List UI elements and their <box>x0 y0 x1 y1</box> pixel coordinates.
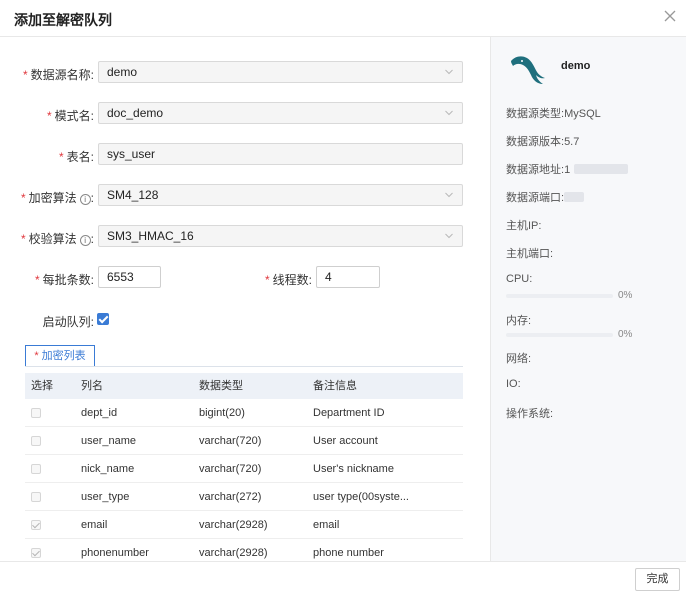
data-type-cell: varchar(2928) <box>199 519 268 531</box>
verify-algo-value: SM3_HMAC_16 <box>107 229 194 243</box>
form-panel: * 数据源名称: demo * 模式名: doc_demo * 表名: sys_use… <box>0 37 490 561</box>
tab-divider <box>25 366 463 367</box>
data-type-cell: varchar(720) <box>199 435 262 447</box>
datasource-address: 数据源地址:1 <box>506 161 629 177</box>
comment-cell: email <box>313 519 340 531</box>
cpu-percent: 0% <box>618 290 633 301</box>
header-select: 选择 <box>31 380 53 392</box>
chevron-down-icon <box>445 110 453 116</box>
info-icon[interactable]: i <box>79 194 91 205</box>
row-checkbox[interactable] <box>31 492 41 502</box>
start-queue-label: 启动队列: <box>42 315 94 329</box>
tab-encrypt-list[interactable]: * 加密列表 <box>25 345 95 367</box>
data-type-cell: varchar(2928) <box>199 547 268 559</box>
close-icon[interactable] <box>662 8 678 24</box>
header-data-type: 数据类型 <box>199 380 243 392</box>
verify-algo-select[interactable]: SM3_HMAC_16 <box>98 225 463 247</box>
table-row[interactable]: user_name varchar(720) User account <box>25 427 463 455</box>
batch-size-input[interactable]: 6553 <box>98 266 161 288</box>
column-name-cell: user_name <box>81 435 137 447</box>
data-type-cell: varchar(272) <box>199 491 262 503</box>
datasource-type: 数据源类型:MySQL <box>506 108 601 120</box>
header-comment: 备注信息 <box>313 380 357 392</box>
info-icon[interactable]: i <box>79 235 91 246</box>
comment-cell: User's nickname <box>313 463 394 475</box>
add-to-decrypt-queue-dialog: 添加至解密队列 * 数据源名称: demo * 模式名: doc_demo * 表名:… <box>0 0 686 596</box>
start-queue-checkbox[interactable] <box>97 313 109 325</box>
table-header: 选择 列名 数据类型 备注信息 <box>25 373 463 399</box>
encrypt-algo-label: * 加密算法 i: <box>20 191 94 205</box>
cpu-progress-bar <box>506 294 613 298</box>
cpu-label: CPU: <box>506 273 533 285</box>
memory-percent: 0% <box>618 329 633 340</box>
memory-label: 内存: <box>506 315 532 327</box>
threads-label: * 线程数: <box>264 273 312 287</box>
network-label: 网络: <box>506 353 532 365</box>
datasource-value: demo <box>107 65 138 79</box>
header-column-name: 列名 <box>81 380 103 392</box>
table-name-field: sys_user <box>98 143 463 165</box>
io-label: IO: <box>506 378 521 390</box>
encrypt-algo-select[interactable]: SM4_128 <box>98 184 463 206</box>
table-row[interactable]: phonenumber varchar(2928) phone number <box>25 539 463 561</box>
datasource-label: * 数据源名称: <box>22 68 94 82</box>
os-label: 操作系统: <box>506 408 554 420</box>
comment-cell: phone number <box>313 547 384 559</box>
table-row[interactable]: dept_id bigint(20) Department ID <box>25 399 463 427</box>
table-name-value: sys_user <box>107 147 156 161</box>
schema-value: doc_demo <box>107 106 164 120</box>
datasource-info-panel: demo 数据源类型:MySQL 数据源版本:5.7 数据源地址:1 数据源端口… <box>490 37 686 561</box>
comment-cell: User account <box>313 435 378 447</box>
chevron-down-icon <box>445 233 453 239</box>
table-body: dept_id bigint(20) Department ID user_name v… <box>25 399 463 561</box>
schema-select[interactable]: doc_demo <box>98 102 463 124</box>
datasource-name: demo <box>561 60 591 72</box>
encrypt-algo-value: SM4_128 <box>107 188 159 202</box>
row-checkbox[interactable] <box>31 520 41 530</box>
datasource-version: 数据源版本:5.7 <box>506 136 580 148</box>
column-name-cell: user_type <box>81 491 130 503</box>
threads-input[interactable]: 4 <box>316 266 380 288</box>
column-name-cell: nick_name <box>81 463 135 475</box>
comment-cell: Department ID <box>313 407 385 419</box>
row-checkbox[interactable] <box>31 436 41 446</box>
data-type-cell: bigint(20) <box>199 407 245 419</box>
column-name-cell: phonenumber <box>81 547 149 559</box>
table-row[interactable]: nick_name varchar(720) User's nickname <box>25 455 463 483</box>
mysql-dolphin-icon <box>511 56 545 84</box>
data-type-cell: varchar(720) <box>199 463 262 475</box>
comment-cell: user type(00syste... <box>313 491 409 503</box>
redacted-address <box>574 164 629 174</box>
redacted-port <box>564 192 585 202</box>
datasource-select[interactable]: demo <box>98 61 463 83</box>
table-row[interactable]: user_type varchar(272) user type(00syste..… <box>25 483 463 511</box>
row-checkbox[interactable] <box>31 464 41 474</box>
row-checkbox[interactable] <box>31 548 41 558</box>
batch-size-label: * 每批条数: <box>34 273 94 287</box>
done-button[interactable]: 完成 <box>635 568 680 591</box>
columns-table: 选择 列名 数据类型 备注信息 dept_id bigint(20) Departm… <box>25 373 463 561</box>
row-checkbox[interactable] <box>31 408 41 418</box>
verify-algo-label: * 校验算法 i: <box>20 232 94 246</box>
host-ip: 主机IP: <box>506 220 542 232</box>
schema-label: * 模式名: <box>46 109 94 123</box>
dialog-footer: 完成 <box>0 561 686 596</box>
memory-progress-bar <box>506 333 613 337</box>
chevron-down-icon <box>445 69 453 75</box>
chevron-down-icon <box>445 192 453 198</box>
column-name-cell: dept_id <box>81 407 118 419</box>
table-row[interactable]: email varchar(2928) email <box>25 511 463 539</box>
table-name-label: * 表名: <box>58 150 94 164</box>
column-name-cell: email <box>81 519 108 531</box>
datasource-port: 数据源端口: <box>506 189 585 205</box>
host-port: 主机端口: <box>506 248 554 260</box>
dialog-header: 添加至解密队列 <box>0 0 686 37</box>
dialog-title: 添加至解密队列 <box>14 12 112 28</box>
